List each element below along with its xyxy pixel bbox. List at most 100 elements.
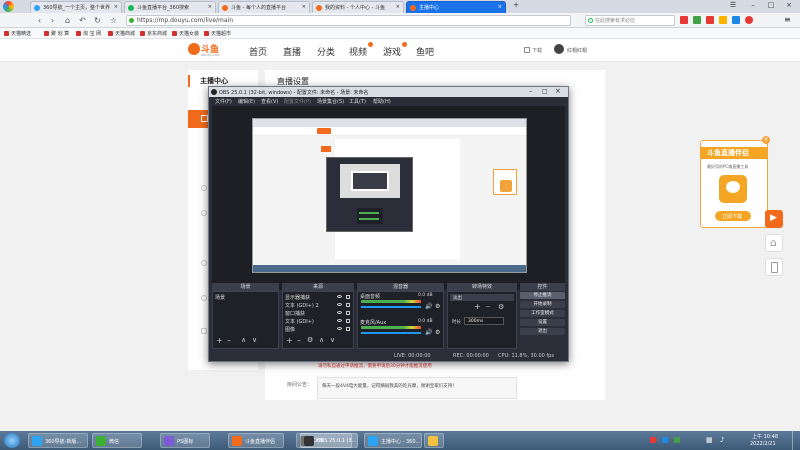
add-icon[interactable]: + [216,336,223,345]
speaker-icon[interactable]: 🔊 [425,329,432,336]
back-icon[interactable]: ‹ [34,15,45,26]
sidebar-item-icon[interactable] [201,185,207,191]
bookmark-item[interactable]: 聚 划 算 [44,30,69,37]
notice-textarea[interactable]: 每天一段4V4电大能量，记得摘斑我美的吃光摩，谢谢宝家们支持！ [317,377,517,399]
sidebar-item-icon[interactable] [201,260,207,266]
home-float-button[interactable]: ⌂ [765,234,783,252]
extension-icon[interactable] [693,16,701,24]
taskbar-item[interactable]: 360导航-新版... [28,433,88,448]
browser-logo-icon[interactable] [3,1,14,12]
lock-icon[interactable] [346,303,350,307]
promo-download-button[interactable]: 立即下载 [715,211,751,221]
volume-slider[interactable] [361,306,421,308]
window-menu-icon[interactable]: ☰ [728,1,738,11]
stop-streaming-button[interactable]: 停止推流 [520,292,565,299]
up-icon[interactable]: ∧ [241,336,246,344]
extension-icon[interactable] [680,16,688,24]
bookmark-item[interactable]: 天猫女装 [172,30,199,37]
url-input[interactable]: https://mp.douyu.com/live/main [126,15,571,26]
gear-icon[interactable]: ⚙ [435,303,440,310]
avatar[interactable] [554,44,564,54]
maximize-icon[interactable]: □ [766,1,776,11]
close-icon[interactable]: × [114,4,118,10]
download-link[interactable]: 下载 [532,47,542,54]
obs-menu-edit[interactable]: 编辑(E) [238,98,255,105]
forward-icon[interactable]: › [47,15,58,26]
speaker-icon[interactable]: 🔊 [425,303,432,310]
taskbar-item[interactable] [424,433,444,448]
taskbar-item[interactable]: PS图标 [160,433,210,448]
sources-list[interactable]: 显示器捕获 文本 (GDI+) 2 窗口捕获 文本 (GDI+) 图像 + – … [282,291,354,349]
eye-icon[interactable] [337,295,342,298]
duration-input[interactable]: 300ms [464,317,504,325]
maximize-icon[interactable]: □ [542,88,548,95]
nav-yuba[interactable]: 鱼吧 [416,45,434,58]
taskbar-item[interactable]: OBS 25.0.1 (3... [300,433,358,448]
extension-icon[interactable] [745,16,753,24]
bookmark-item[interactable]: 天猫商城 [108,30,135,37]
lock-icon[interactable] [346,319,350,323]
taskbar-item[interactable]: 微信 [92,433,142,448]
search-input[interactable]: 在此搜索有求必应 [585,15,675,26]
extension-icon[interactable] [732,16,740,24]
minimize-icon[interactable]: – [748,1,758,11]
close-window-icon[interactable]: × [784,1,794,11]
close-icon[interactable]: × [396,4,400,10]
start-button-icon[interactable] [4,433,20,448]
browser-tab[interactable]: 我的资料 - 个人中心 - 斗鱼 × [312,1,404,13]
sidebar-item-icon[interactable] [201,210,207,216]
extensions-icons[interactable]: ≡ [680,15,795,25]
close-window-icon[interactable]: × [555,87,561,95]
obs-menu-file[interactable]: 文件(F) [215,98,232,105]
source-item[interactable]: 窗口捕获 [285,310,305,317]
eye-icon[interactable] [337,327,342,330]
volume-slider[interactable] [361,332,421,334]
obs-menu-profile[interactable]: 配置文件(P) [284,98,311,105]
extension-icon[interactable] [719,16,727,24]
add-icon[interactable]: + [474,302,481,311]
settings-button[interactable]: 设置 [520,319,565,326]
obs-title-bar[interactable]: OBS 25.0.1 (32-bit, windows) - 配置文件: 未命名… [209,87,568,97]
close-icon[interactable]: × [762,136,770,144]
clock-time[interactable]: 上午 10:48 [752,433,778,440]
obs-menu-scene-collection[interactable]: 场景集合(S) [317,98,344,105]
volume-icon[interactable]: ♪ [720,436,724,444]
close-icon[interactable]: × [302,4,306,10]
eye-icon[interactable] [337,303,342,306]
transition-select[interactable]: 淡出 [450,294,514,301]
close-icon[interactable]: × [498,4,502,10]
bookmark-item[interactable]: 天猫精选 [4,30,31,37]
companion-promo[interactable]: × 斗鱼直播伴侣 最好用的PC端直播工具 立即下载 [700,136,770,228]
username-label[interactable]: 红帽红帽 [567,47,587,54]
down-icon[interactable]: ∨ [252,336,257,344]
eye-icon[interactable] [337,311,342,314]
bookmark-item[interactable]: 淘 宝 网 [76,30,101,37]
obs-window[interactable]: OBS 25.0.1 (32-bit, windows) - 配置文件: 未命名… [208,86,569,362]
show-desktop-button[interactable] [792,431,800,450]
lock-icon[interactable] [346,311,350,315]
nav-home[interactable]: 首页 [249,45,267,58]
star-icon[interactable]: ☆ [108,15,119,26]
bookmark-item[interactable]: 京东商城 [140,30,167,37]
nav-category[interactable]: 分类 [317,45,335,58]
source-item[interactable]: 图像 [285,326,295,333]
new-tab-icon[interactable]: + [511,1,521,11]
gear-icon[interactable]: ⚙ [307,336,313,344]
eye-icon[interactable] [337,319,342,322]
remove-icon[interactable]: – [486,302,490,311]
extension-icon[interactable] [706,16,714,24]
minimize-icon[interactable]: – [529,88,532,95]
menu-icon[interactable]: ≡ [784,15,791,24]
obs-menu-help[interactable]: 帮助(H) [373,98,391,105]
download-icon[interactable] [524,47,530,53]
nav-live[interactable]: 直播 [283,45,301,58]
source-item[interactable]: 文本 (GDI+) [285,318,314,325]
obs-menu-tools[interactable]: 工具(T) [349,98,366,105]
bookmark-item[interactable]: 天猫超市 [204,30,231,37]
network-icon[interactable]: ▦ [706,436,713,444]
clock-date[interactable]: 2022/2/21 [750,441,776,447]
lock-icon[interactable] [346,327,350,331]
gear-icon[interactable]: ⚙ [435,329,440,336]
scene-item[interactable]: 场景 [215,294,225,301]
refresh-icon[interactable]: ↻ [92,15,103,26]
